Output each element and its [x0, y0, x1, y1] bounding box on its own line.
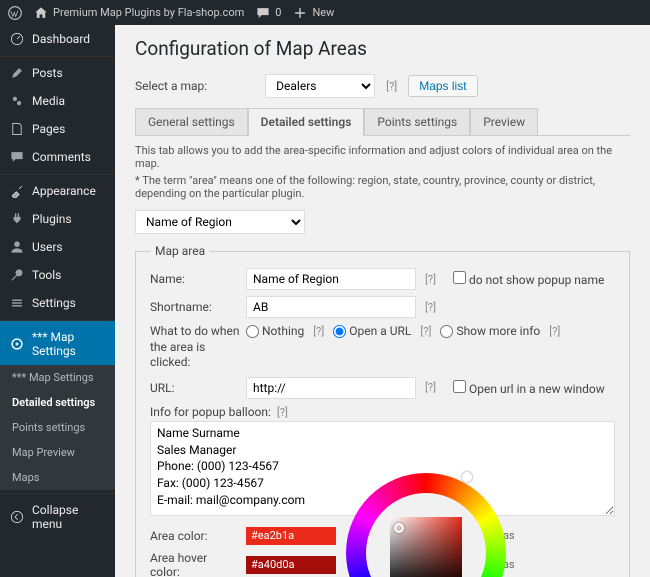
- new-window-checkbox[interactable]: [453, 380, 466, 393]
- shortname-input[interactable]: [246, 296, 416, 318]
- area-color-swatch[interactable]: #ea2b1a: [246, 527, 336, 545]
- site-name[interactable]: Premium Map Plugins by Fla-shop.com: [34, 6, 244, 20]
- sidebar-item-comments[interactable]: Comments: [0, 143, 115, 171]
- tab-general[interactable]: General settings: [135, 108, 248, 135]
- sidebar-submenu: *** Map Settings Detailed settings Point…: [0, 365, 115, 490]
- url-input[interactable]: [246, 377, 416, 399]
- collapse-menu[interactable]: Collapse menu: [0, 493, 115, 538]
- sidebar-item-posts[interactable]: Posts: [0, 56, 115, 87]
- admin-sidebar: Dashboard Posts Media Pages Comments App…: [0, 25, 115, 577]
- sidebar-item-appearance[interactable]: Appearance: [0, 174, 115, 205]
- info-textarea[interactable]: Name Surname Sales Manager Phone: (000) …: [150, 421, 615, 516]
- sub-detailed[interactable]: Detailed settings: [0, 390, 115, 415]
- radio-nothing[interactable]: [246, 325, 259, 338]
- tab-description: This tab allows you to add the area-spec…: [135, 144, 630, 170]
- shortname-label: Shortname:: [150, 300, 240, 314]
- sub-preview[interactable]: Map Preview: [0, 440, 115, 465]
- help-icon[interactable]: [?]: [422, 381, 439, 394]
- region-select[interactable]: Name of Region: [135, 210, 305, 234]
- fieldset-legend: Map area: [150, 244, 210, 258]
- radio-openurl[interactable]: [333, 325, 346, 338]
- hover-color-swatch[interactable]: #a40d0a: [246, 556, 336, 574]
- comments[interactable]: 0: [256, 6, 281, 20]
- tabs: General settings Detailed settings Point…: [135, 108, 630, 136]
- hover-color-label: Area hover color:: [150, 551, 240, 577]
- map-area-fieldset: Map area Name: [?] do not show popup nam…: [135, 244, 630, 577]
- sidebar-item-dashboard[interactable]: Dashboard: [0, 25, 115, 53]
- name-input[interactable]: [246, 268, 416, 290]
- page-title: Configuration of Map Areas: [135, 37, 630, 60]
- no-popup-checkbox[interactable]: [453, 271, 466, 284]
- apply-all-link[interactable]: apply to all areas: [432, 558, 515, 571]
- new[interactable]: New: [293, 6, 334, 20]
- click-label: What to do when the area is clicked:: [150, 324, 240, 371]
- wp-logo[interactable]: [8, 6, 22, 20]
- sidebar-item-map-settings[interactable]: *** Map Settings: [0, 320, 115, 365]
- sub-points[interactable]: Points settings: [0, 415, 115, 440]
- help-icon[interactable]: [?]: [383, 80, 400, 93]
- sidebar-item-settings[interactable]: Settings: [0, 289, 115, 317]
- main-content: Configuration of Map Areas Select a map:…: [115, 25, 650, 577]
- help-icon[interactable]: [?]: [422, 273, 439, 286]
- tab-note: * The term "area" means one of the follo…: [135, 174, 630, 200]
- apply-all-link[interactable]: apply to all areas: [432, 529, 515, 542]
- tab-detailed[interactable]: Detailed settings: [248, 108, 365, 136]
- sidebar-item-plugins[interactable]: Plugins: [0, 205, 115, 233]
- area-color-label: Area color:: [150, 529, 240, 543]
- sidebar-item-media[interactable]: Media: [0, 87, 115, 115]
- sidebar-item-tools[interactable]: Tools: [0, 261, 115, 289]
- sidebar-item-pages[interactable]: Pages: [0, 115, 115, 143]
- select-map-label: Select a map:: [135, 79, 207, 93]
- map-select[interactable]: Dealers: [265, 74, 375, 98]
- admin-toolbar: Premium Map Plugins by Fla-shop.com 0 Ne…: [0, 0, 650, 25]
- url-label: URL:: [150, 381, 240, 395]
- maps-list-button[interactable]: Maps list: [408, 75, 477, 97]
- sub-map-settings[interactable]: *** Map Settings: [0, 365, 115, 390]
- sidebar-item-users[interactable]: Users: [0, 233, 115, 261]
- sub-maps[interactable]: Maps: [0, 465, 115, 490]
- name-label: Name:: [150, 272, 240, 286]
- tab-points[interactable]: Points settings: [364, 108, 470, 135]
- radio-showmore[interactable]: [440, 325, 453, 338]
- tab-preview[interactable]: Preview: [470, 108, 538, 135]
- help-icon[interactable]: [?]: [422, 301, 439, 314]
- info-label: Info for popup balloon:: [150, 405, 271, 419]
